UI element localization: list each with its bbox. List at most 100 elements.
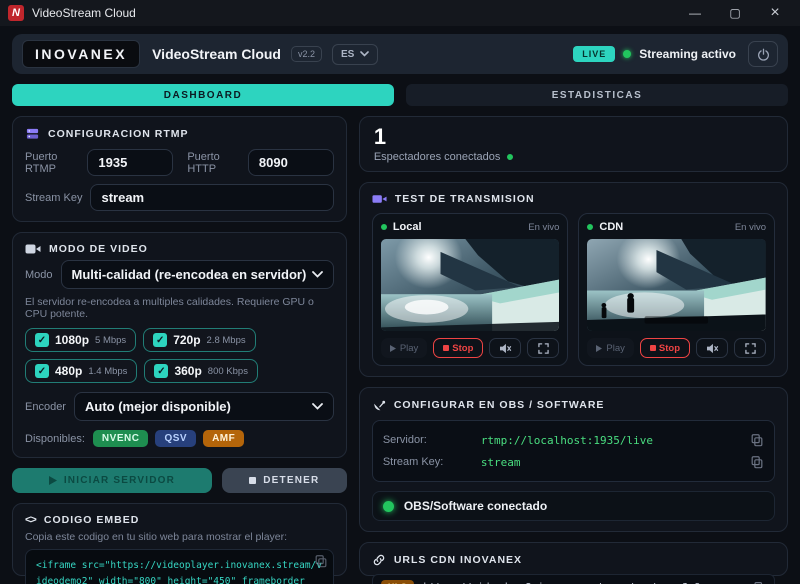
video-mode-title: MODO DE VIDEO — [49, 243, 148, 255]
tab-estadisticas[interactable]: ESTADISTICAS — [406, 84, 788, 106]
viewers-status-dot — [507, 154, 513, 160]
mode-select-value: Multi-calidad (re-encodea en servidor) — [72, 267, 307, 282]
fullscreen-icon — [538, 343, 549, 354]
live-badge: LIVE — [573, 46, 615, 62]
rtmp-config-title: CONFIGURACION RTMP — [48, 128, 189, 140]
local-live-label: En vivo — [528, 222, 559, 233]
copy-icon[interactable] — [314, 554, 328, 568]
inovanex-logo: INOVANEX — [22, 40, 140, 68]
obs-key-label: Stream Key: — [383, 456, 475, 468]
power-button[interactable] — [748, 41, 778, 67]
power-icon — [757, 48, 770, 61]
obs-credentials-box: Servidor: rtmp://localhost:1935/live Str… — [372, 420, 775, 482]
app-title: VideoStream Cloud — [152, 46, 281, 62]
quality-chip-1080p[interactable]: ✓ 1080p 5 Mbps — [25, 328, 136, 352]
quality-bitrate: 2.8 Mbps — [207, 335, 246, 346]
obs-server-value: rtmp://localhost:1935/live — [481, 434, 653, 447]
stream-key-label: Stream Key — [25, 192, 82, 204]
quality-res: 1080p — [55, 333, 89, 347]
stop-icon — [249, 477, 256, 484]
stop-label: Stop — [659, 343, 680, 354]
cdn-play-button[interactable]: Play — [587, 338, 633, 358]
checkbox-checked-icon: ✓ — [35, 364, 49, 378]
link-icon — [372, 553, 386, 567]
cdn-fullscreen-button[interactable] — [734, 338, 766, 358]
local-fullscreen-button[interactable] — [527, 338, 559, 358]
cdn-mute-button[interactable] — [696, 338, 728, 358]
quality-chip-360p[interactable]: ✓ 360p 800 Kbps — [144, 359, 258, 383]
chevron-down-icon — [312, 271, 323, 278]
fullscreen-icon — [745, 343, 756, 354]
minimize-button[interactable]: — — [678, 2, 712, 24]
app-logo-icon: N — [8, 5, 24, 21]
viewers-panel: 1 Espectadores conectados — [359, 116, 788, 172]
broadcast-icon — [372, 193, 387, 205]
cdn-urls-title: URLS CDN INOVANEX — [394, 554, 522, 566]
local-live-dot — [381, 224, 387, 230]
encoder-badge-qsv: QSV — [155, 430, 196, 447]
start-server-button[interactable]: INICIAR SERVIDOR — [12, 468, 212, 493]
copy-icon[interactable] — [750, 455, 764, 469]
encoder-badge-amf: AMF — [203, 430, 244, 447]
titlebar: N VideoStream Cloud — ▢ × — [0, 0, 800, 26]
connected-status-dot — [383, 501, 394, 512]
local-player-card: Local En vivo — [372, 213, 569, 366]
maximize-button[interactable]: ▢ — [718, 2, 752, 24]
satellite-icon — [372, 398, 386, 412]
server-actions: INICIAR SERVIDOR DETENER — [12, 468, 347, 493]
window-title: VideoStream Cloud — [32, 6, 136, 20]
tab-bar: DASHBOARD ESTADISTICAS — [12, 84, 788, 106]
quality-chip-480p[interactable]: ✓ 480p 1.4 Mbps — [25, 359, 137, 383]
language-select[interactable]: ES — [332, 44, 378, 65]
close-button[interactable]: × — [758, 2, 792, 24]
local-mute-button[interactable] — [489, 338, 521, 358]
checkbox-checked-icon: ✓ — [154, 364, 168, 378]
version-badge: v2.2 — [291, 46, 322, 62]
stream-key-input[interactable]: stream — [90, 184, 333, 211]
streaming-status-text: Streaming activo — [639, 47, 736, 61]
mute-icon — [706, 343, 719, 354]
quality-chip-720p[interactable]: ✓ 720p 2.8 Mbps — [143, 328, 255, 352]
stop-server-button[interactable]: DETENER — [222, 468, 347, 493]
local-play-button[interactable]: Play — [381, 338, 427, 358]
local-video-preview[interactable] — [381, 239, 560, 331]
obs-key-value: stream — [481, 456, 521, 469]
obs-config-title: CONFIGURAR EN OBS / SOFTWARE — [394, 399, 605, 411]
http-port-input[interactable]: 8090 — [248, 149, 334, 176]
quality-res: 720p — [173, 333, 200, 347]
server-icon — [25, 127, 40, 141]
rtmp-port-input[interactable]: 1935 — [87, 149, 173, 176]
tab-dashboard[interactable]: DASHBOARD — [12, 84, 394, 106]
embed-code[interactable]: <iframe src="https://videoplayer.inovane… — [25, 549, 334, 584]
quality-res: 480p — [55, 364, 82, 378]
app-window: N VideoStream Cloud — ▢ × INOVANEX Video… — [0, 0, 800, 584]
obs-server-label: Servidor: — [383, 434, 475, 446]
cdn-live-label: En vivo — [735, 222, 766, 233]
cdn-stop-button[interactable]: Stop — [640, 338, 690, 358]
video-mode-panel: MODO DE VIDEO Modo Multi-calidad (re-enc… — [12, 232, 347, 458]
encoder-badge-nvenc: NVENC — [93, 430, 149, 447]
app-header: INOVANEX VideoStream Cloud v2.2 ES LIVE … — [12, 34, 788, 74]
checkbox-checked-icon: ✓ — [153, 333, 167, 347]
quality-bitrate: 5 Mbps — [95, 335, 126, 346]
connected-status-text: OBS/Software conectado — [404, 499, 547, 513]
hls-badge: HLS — [381, 580, 415, 584]
encoder-select[interactable]: Auto (mejor disponible) — [74, 392, 334, 421]
stop-icon — [650, 345, 656, 351]
http-port-label: Puerto HTTP — [187, 151, 240, 175]
quality-bitrate: 1.4 Mbps — [88, 366, 127, 377]
embed-title: CODIGO EMBED — [44, 514, 139, 526]
play-icon — [49, 476, 57, 485]
mode-select[interactable]: Multi-calidad (re-encodea en servidor) — [61, 260, 334, 289]
checkbox-checked-icon: ✓ — [35, 333, 49, 347]
embed-hint: Copia este codigo en tu sitio web para m… — [25, 531, 334, 543]
play-label: Play — [606, 343, 624, 354]
viewers-label: Espectadores conectados — [374, 151, 501, 163]
local-stop-button[interactable]: Stop — [433, 338, 483, 358]
cdn-video-preview[interactable] — [587, 239, 766, 331]
copy-icon[interactable] — [750, 433, 764, 447]
local-player-name: Local — [393, 221, 422, 233]
code-icon: <> — [25, 514, 36, 526]
streaming-status-dot — [623, 50, 631, 58]
quality-chips: ✓ 1080p 5 Mbps ✓ 720p 2.8 Mbps ✓ 480p 1.… — [25, 328, 334, 383]
